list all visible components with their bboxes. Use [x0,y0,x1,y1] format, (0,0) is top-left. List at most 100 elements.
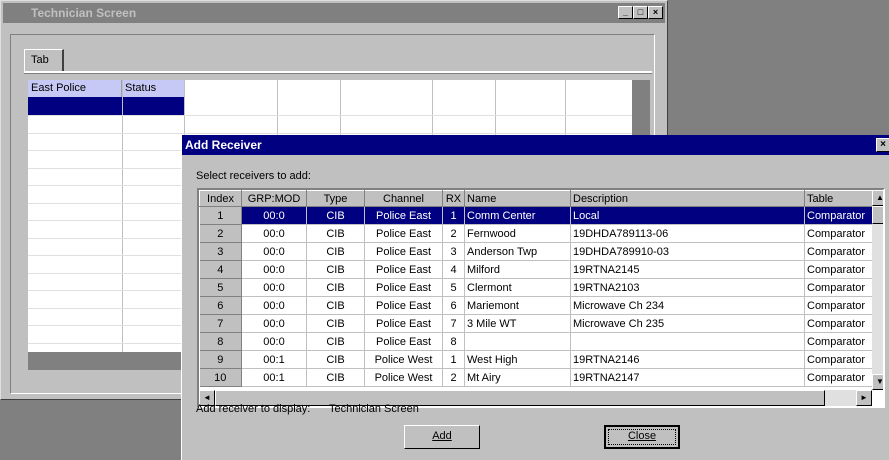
table-row[interactable]: 5 00:0 CIB Police East 5 Clermont 19RTNA2103 Co… [199,278,873,297]
table-row[interactable]: 4 00:0 CIB Police East 4 Milford 19RTNA2145 Com… [199,260,873,279]
grid-row-line [28,115,632,116]
grid-selected-cell-status[interactable] [123,97,184,115]
table-cell: CIB [306,206,365,225]
table-row[interactable]: 3 00:0 CIB Police East 3 Anderson Twp 19DHDA78… [199,242,873,261]
table-cell: 00:0 [241,278,307,297]
instruction-label: Select receivers to add: [196,170,311,182]
grid-header-east-police[interactable]: East Police [28,80,122,97]
table-cell: Police East [364,296,443,315]
table-cell: CIB [306,242,365,261]
table-row[interactable]: 8 00:0 CIB Police East 8 Comparator [199,332,873,351]
table-cell: Comparator [804,314,873,333]
column-header[interactable]: Name [464,190,571,207]
table-cell: Police West [364,368,443,387]
technician-window-title: Technician Screen [31,6,137,20]
tab-main[interactable]: Tab [24,49,64,71]
table-cell: 3 [442,242,465,261]
column-header[interactable]: RX [442,190,465,207]
table-cell: Comparator [804,368,873,387]
row-index-cell: 7 [199,314,242,333]
table-cell: 00:0 [241,242,307,261]
table-cell: Anderson Twp [464,242,571,261]
table-row[interactable]: 2 00:0 CIB Police East 2 Fernwood 19DHDA789113… [199,224,873,243]
table-cell: Comparator [804,296,873,315]
column-header[interactable]: GRP:MOD [241,190,307,207]
column-header[interactable]: Channel [364,190,443,207]
table-cell: 3 Mile WT [464,314,571,333]
scroll-down-icon[interactable]: ▼ [872,374,883,390]
row-index-cell: 10 [199,368,242,387]
table-cell: 2 [442,368,465,387]
table-row[interactable]: 7 00:0 CIB Police East 7 3 Mile WT Microwave C… [199,314,873,333]
table-cell: 4 [442,260,465,279]
add-receiver-dialog: Add Receiver × Select receivers to add: … [181,135,889,460]
table-cell: CIB [306,224,365,243]
table-cell: Comparator [804,332,873,351]
close-button-label: Close [627,430,657,442]
table-cell: CIB [306,278,365,297]
vertical-scroll-thumb[interactable] [872,206,883,224]
column-header[interactable]: Type [306,190,365,207]
column-header[interactable]: Index [199,190,242,207]
dialog-title-bar[interactable]: Add Receiver [182,135,889,155]
table-row[interactable]: 1 00:0 CIB Police East 1 Comm Center Local Comp… [199,206,873,225]
table-cell: Comparator [804,224,873,243]
table-row[interactable]: 9 00:1 CIB Police West 1 West High 19RTNA2146 C… [199,350,873,369]
table-cell: 8 [442,332,465,351]
table-cell: Clermont [464,278,571,297]
table-cell: Comm Center [464,206,571,225]
close-button[interactable]: Close [604,425,680,449]
close-icon[interactable]: × [648,6,663,19]
scroll-up-icon[interactable]: ▲ [872,190,883,206]
table-cell: CIB [306,296,365,315]
table-cell: Microwave Ch 235 [570,314,805,333]
dialog-close-icon[interactable]: × [876,138,889,152]
dialog-title: Add Receiver [185,138,262,152]
scroll-right-icon[interactable]: ► [856,390,872,406]
table-cell: 5 [442,278,465,297]
table-cell: Fernwood [464,224,571,243]
maximize-icon[interactable]: □ [633,6,648,19]
list-vertical-scrollbar[interactable]: ▲ ▼ [872,190,883,390]
table-cell: CIB [306,350,365,369]
table-cell: 00:0 [241,260,307,279]
table-row[interactable]: 6 00:0 CIB Police East 6 Mariemont Microwave C… [199,296,873,315]
technician-title-bar[interactable]: Technician Screen _ □ × [3,3,665,23]
grid-selected-cell[interactable] [28,97,122,115]
row-index-cell: 9 [199,350,242,369]
table-cell: 00:0 [241,206,307,225]
table-cell: Microwave Ch 234 [570,296,805,315]
table-cell: Comparator [804,206,873,225]
table-cell: 7 [442,314,465,333]
table-cell: 00:0 [241,296,307,315]
table-cell: Mariemont [464,296,571,315]
grid-header-status[interactable]: Status [122,80,184,97]
table-cell: CIB [306,368,365,387]
table-cell: West High [464,350,571,369]
table-cell: 6 [442,296,465,315]
table-cell: 19RTNA2147 [570,368,805,387]
column-header[interactable]: Description [570,190,805,207]
table-cell [464,332,571,351]
table-cell: Comparator [804,260,873,279]
table-cell: Police East [364,206,443,225]
row-index-cell: 4 [199,260,242,279]
table-cell: 00:0 [241,314,307,333]
table-cell: 19DHDA789910-03 [570,242,805,261]
add-button[interactable]: Add [404,425,480,449]
row-index-cell: 3 [199,242,242,261]
table-row[interactable]: 10 00:1 CIB Police West 2 Mt Airy 19RTNA2147 Co… [199,368,873,387]
table-cell: 19RTNA2146 [570,350,805,369]
table-cell: Milford [464,260,571,279]
table-cell: 19DHDA789113-06 [570,224,805,243]
table-cell [570,332,805,351]
receiver-list[interactable]: Index GRP:MOD Type Channel RX Name Description… [197,188,885,408]
minimize-icon[interactable]: _ [618,6,633,19]
table-cell: CIB [306,332,365,351]
table-cell: 2 [442,224,465,243]
tab-divider [24,71,652,74]
column-header[interactable]: Table [804,190,873,207]
table-cell: CIB [306,260,365,279]
table-cell: Comparator [804,350,873,369]
row-index-cell: 6 [199,296,242,315]
